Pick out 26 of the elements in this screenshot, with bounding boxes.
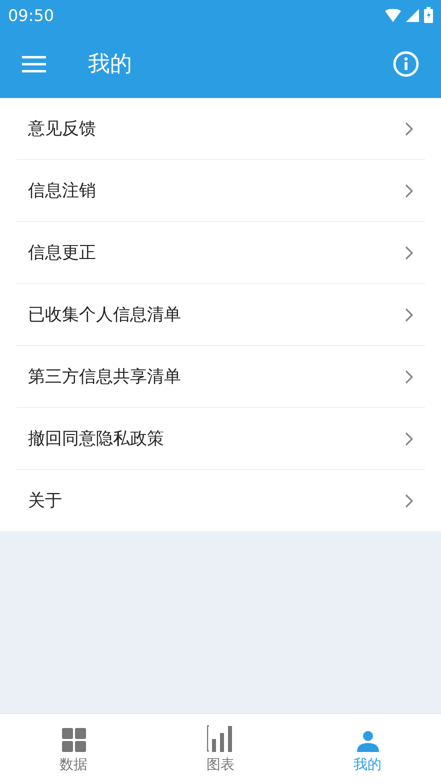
bar-chart-icon <box>207 724 234 752</box>
person-icon <box>356 730 378 752</box>
chevron-icon <box>405 246 413 260</box>
chevron-icon <box>405 308 413 322</box>
menu-item[interactable]: 已收集个人信息清单 <box>16 284 425 346</box>
menu-item[interactable]: 撤回同意隐私政策 <box>16 408 425 470</box>
menu-item[interactable]: 关于 <box>16 470 425 531</box>
menu-item[interactable]: 信息注销 <box>16 160 425 222</box>
info-icon[interactable] <box>393 51 419 77</box>
wifi-icon <box>385 8 401 22</box>
menu-item[interactable]: 意见反馈 <box>16 98 425 160</box>
nav-tab[interactable]: 数据 <box>0 714 147 784</box>
grid-icon <box>62 728 86 752</box>
chevron-icon <box>405 370 413 384</box>
menu-item[interactable]: 第三方信息共享清单 <box>16 346 425 408</box>
battery-icon <box>424 7 433 23</box>
chevron-icon <box>405 432 413 446</box>
menu-item[interactable]: 信息更正 <box>16 222 425 284</box>
status-time: 09:50 <box>8 6 54 24</box>
chevron-icon <box>405 494 413 508</box>
page-title: 我的 <box>88 51 133 79</box>
nav-tab[interactable]: 图表 <box>147 714 294 784</box>
menu-icon[interactable] <box>22 55 46 73</box>
signal-icon <box>406 8 419 22</box>
chevron-icon <box>405 184 413 198</box>
chevron-icon <box>405 122 413 136</box>
